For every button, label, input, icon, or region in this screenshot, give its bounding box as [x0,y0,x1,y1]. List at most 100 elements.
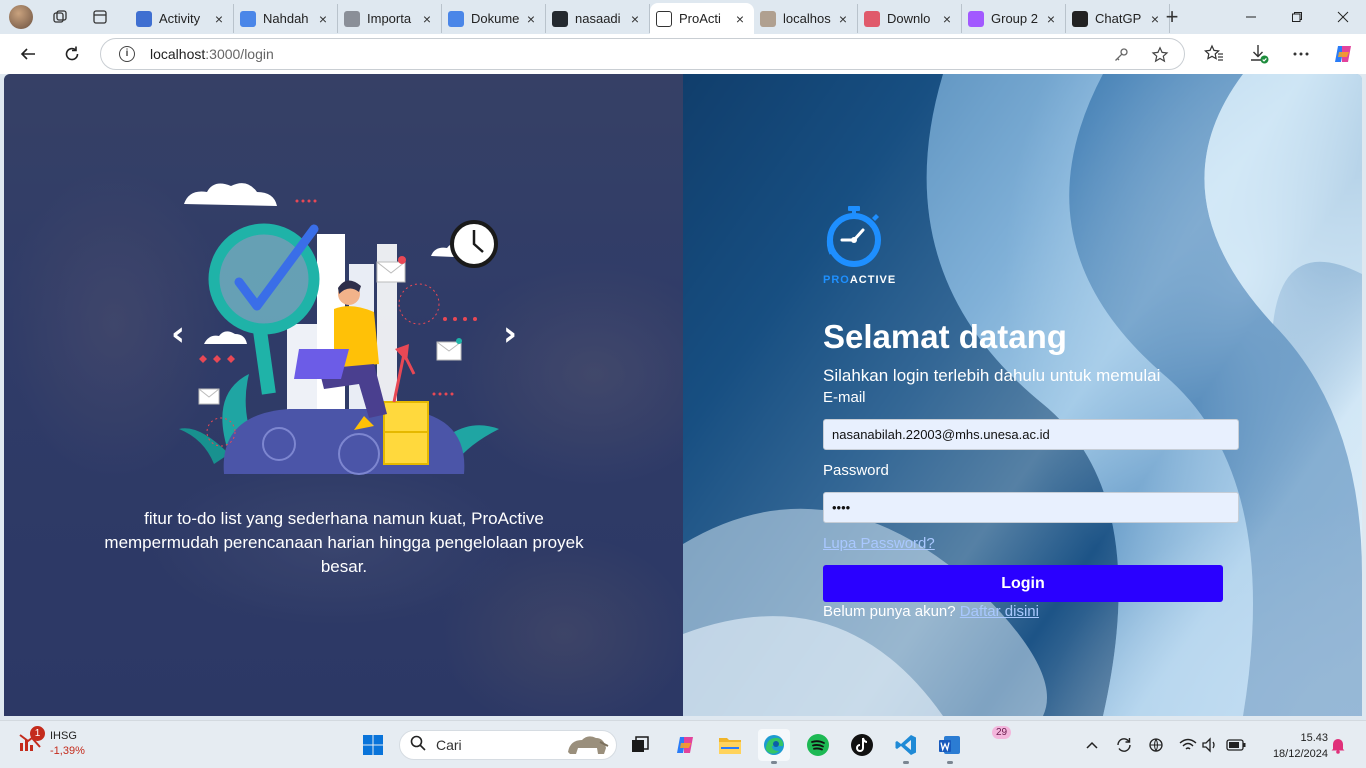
settings-more-icon[interactable] [1289,42,1313,66]
login-panel: PROACTIVE Selamat datang Silahkan login … [683,74,1362,716]
tab-close-icon[interactable]: × [732,11,748,27]
notification-badge: 29 [992,726,1012,739]
login-subtitle: Silahkan login terlebih dahulu untuk mem… [823,366,1161,385]
tab-label: Group 2 [991,11,1038,26]
restore-button[interactable] [1274,0,1320,34]
taskbar-search[interactable]: Cari [399,730,617,760]
tab-label: nasaadi [575,11,621,26]
clock-time: 15.43 [1300,732,1328,744]
stock-change: -1,39% [50,745,85,757]
clock-date: 18/12/2024 [1272,748,1328,760]
tab-close-icon[interactable]: × [315,11,331,27]
register-prompt: Belum punya akun? Daftar disini [823,603,1039,620]
browser-tab[interactable]: localhos × [754,4,858,33]
search-icon [410,735,426,756]
reload-button[interactable] [56,38,88,70]
tab-favicon-icon [448,10,464,27]
tab-close-icon[interactable]: × [1043,11,1059,27]
tab-favicon-icon [552,10,568,27]
tab-favicon-icon [136,10,152,27]
carousel-panel: ‹ › fitur to-do list yang sederhana namu… [4,74,683,716]
tab-close-icon[interactable]: × [523,11,539,27]
tab-close-icon[interactable]: × [835,11,851,27]
tab-label: Importa [367,11,412,26]
key-icon[interactable] [1111,45,1131,65]
page-viewport: ‹ › fitur to-do list yang sederhana namu… [4,74,1362,716]
tab-label: Downlo [887,11,931,26]
carousel-prev-button[interactable]: ‹ [166,314,190,354]
browser-tab[interactable]: ProActi × [650,3,754,34]
sync-icon[interactable] [1114,735,1134,755]
edge-browser-icon[interactable] [758,729,790,764]
favorites-icon[interactable] [1202,42,1226,66]
tab-close-icon[interactable]: × [419,11,435,27]
stock-widget[interactable]: 1 IHSG -1,39% [18,726,85,757]
email-label: E-mail [823,389,866,406]
copilot-taskbar-icon[interactable] [669,729,701,761]
tab-label: ChatGP [1095,11,1142,26]
vscode-icon[interactable] [890,729,922,764]
tab-close-icon[interactable]: × [939,11,955,27]
welcome-title: Selamat datang [823,318,1067,355]
wifi-icon[interactable] [1178,735,1198,755]
notification-bell-icon[interactable] [1328,735,1348,755]
browser-tab[interactable]: Dokume × [442,4,546,33]
system-clock[interactable]: 15.43 18/12/2024 [1258,730,1328,762]
password-label: Password [823,462,889,479]
volume-icon[interactable] [1200,735,1220,755]
tab-favicon-icon [1072,10,1088,27]
profile-avatar[interactable] [9,5,33,29]
stock-chart-icon: 1 [18,726,45,753]
email-field[interactable]: nasanabilah.22003@mhs.unesa.ac.id [823,419,1239,450]
carousel-next-button[interactable]: › [498,314,522,354]
search-placeholder: Cari [436,737,462,753]
favorite-star-icon[interactable] [1150,45,1170,65]
tab-favicon-icon [240,10,256,27]
address-bar[interactable]: i localhost:3000/login [100,38,1185,70]
browser-tab[interactable]: ChatGP × [1066,4,1170,33]
network-share-icon[interactable] [1146,735,1166,755]
spotify-icon[interactable] [802,729,834,761]
register-prompt-text: Belum punya akun? [823,603,960,620]
minimize-button[interactable] [1228,0,1274,34]
browser-tab[interactable]: Downlo × [858,4,962,33]
browser-tab[interactable]: Nahdah × [234,4,338,33]
tab-close-icon[interactable]: × [211,11,227,27]
browser-tab[interactable]: Activity × [130,4,234,33]
chevron-up-icon[interactable] [1082,735,1102,755]
stock-name: IHSG [50,730,77,742]
file-explorer-icon[interactable] [714,729,746,761]
browser-tab[interactable]: Group 2 × [962,4,1066,33]
site-info-icon[interactable]: i [119,46,135,62]
browser-tab[interactable]: nasaadi × [546,4,650,33]
tab-actions-icon[interactable] [87,4,113,30]
notification-app-icon[interactable]: 29 [986,726,1018,761]
close-window-button[interactable] [1320,0,1366,34]
workspaces-icon[interactable] [47,4,73,30]
address-url[interactable]: localhost:3000/login [150,46,274,62]
forgot-password-link[interactable]: Lupa Password? [823,535,935,552]
battery-icon[interactable] [1226,735,1246,755]
tab-label: Dokume [471,11,520,26]
word-icon[interactable] [934,729,966,764]
back-button[interactable] [12,38,44,70]
tab-favicon-icon [344,10,360,27]
edge-running-indicator [771,761,777,764]
start-button[interactable] [357,729,389,761]
tab-label: Activity [159,11,201,26]
windows-taskbar: 1 IHSG -1,39% Cari 29 15.43 18/12/2024 [0,720,1366,768]
tab-close-icon[interactable]: × [627,11,643,27]
task-view-icon[interactable] [624,729,656,761]
login-button[interactable]: Login [823,565,1223,602]
password-field[interactable]: •••• [823,492,1239,523]
register-link[interactable]: Daftar disini [960,603,1039,620]
tab-favicon-icon [656,10,672,27]
new-tab-button[interactable]: + [1158,4,1186,30]
stock-badge: 1 [30,726,45,741]
copilot-icon[interactable] [1331,42,1355,66]
proactive-logo-text: PROACTIVE [823,274,897,286]
browser-tab[interactable]: Importa × [338,4,442,33]
tab-label: localhos [783,11,831,26]
downloads-icon[interactable] [1247,42,1271,66]
tiktok-icon[interactable] [846,729,878,761]
